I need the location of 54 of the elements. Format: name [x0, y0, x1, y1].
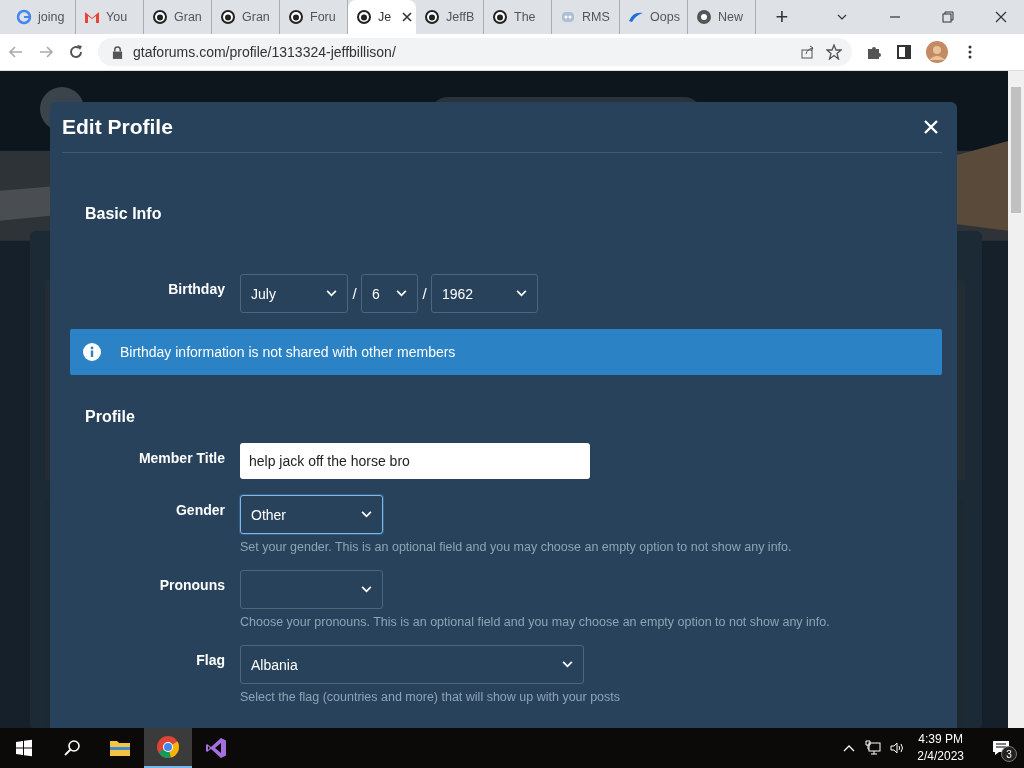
field-label: Flag — [195, 651, 226, 668]
field-label: Birthday — [167, 280, 226, 297]
section-heading: Profile — [84, 407, 136, 427]
close-icon[interactable] — [995, 11, 1007, 23]
speaker-icon[interactable] — [889, 740, 906, 756]
star-icon[interactable] — [826, 44, 842, 60]
google-icon — [16, 9, 32, 25]
reload-icon[interactable] — [68, 44, 84, 60]
new-tab-button[interactable]: + — [764, 2, 800, 32]
lock-icon — [112, 45, 123, 59]
start-icon[interactable] — [14, 738, 34, 758]
browser-tab[interactable]: Je — [348, 0, 416, 34]
field-label: Member Title — [137, 449, 226, 466]
input-field[interactable]: help jack off the horse bro — [240, 443, 590, 479]
chrome-icon — [696, 9, 712, 25]
restore-icon[interactable] — [942, 11, 954, 23]
puzzle-icon[interactable] — [866, 44, 882, 60]
info-message: Birthday information is not shared with other members — [120, 344, 456, 360]
help-text: Set your gender. This is an optional field and you may choose an empty option to not show any info. — [240, 540, 792, 554]
close-tab-icon[interactable] — [402, 12, 412, 22]
address-field[interactable]: gtaforums.com/profile/1313324-jeffbillison/ — [98, 38, 852, 66]
clock[interactable]: 4:39 PM 2/4/2023 — [917, 731, 964, 765]
chrome-icon — [156, 735, 180, 759]
dropdown[interactable]: 1962 — [431, 274, 538, 313]
dropdown[interactable]: July — [240, 274, 348, 313]
dropdown[interactable]: Other — [240, 495, 383, 534]
notification-badge: 3 — [1001, 746, 1017, 762]
avatar-icon[interactable] — [926, 41, 948, 63]
network-icon[interactable] — [865, 740, 882, 756]
date-separator: / — [351, 285, 358, 302]
help-text: Select the flag (countries and more) that will show up with your posts — [240, 690, 621, 704]
chevron-icon — [361, 511, 372, 518]
taskbar-app[interactable] — [144, 728, 192, 768]
chevron-icon — [326, 290, 337, 297]
mask-icon — [560, 9, 576, 25]
studio-icon — [204, 736, 228, 760]
search-icon[interactable] — [62, 738, 82, 758]
field-label: Gender — [175, 501, 226, 518]
share-icon[interactable] — [800, 44, 816, 60]
help-text: Choose your pronouns. This is an optional field and you may choose an empty option to not show any info. — [240, 615, 830, 629]
chevron-icon — [361, 586, 372, 593]
side-panel-icon[interactable] — [896, 44, 912, 60]
section-heading: Basic Info — [84, 204, 163, 224]
dropdown[interactable]: 6 — [361, 274, 418, 313]
chevron-icon — [396, 290, 407, 297]
field-label: Pronouns — [158, 576, 226, 593]
dialog-title: Edit Profile — [62, 115, 173, 139]
mail-icon — [84, 9, 100, 25]
date-separator: / — [421, 285, 428, 302]
info-icon — [83, 343, 101, 361]
dropdown[interactable]: Albania — [240, 645, 584, 684]
scrollbar[interactable] — [1008, 71, 1024, 728]
chevron-icon — [516, 290, 527, 297]
chevron-icon — [562, 661, 573, 668]
